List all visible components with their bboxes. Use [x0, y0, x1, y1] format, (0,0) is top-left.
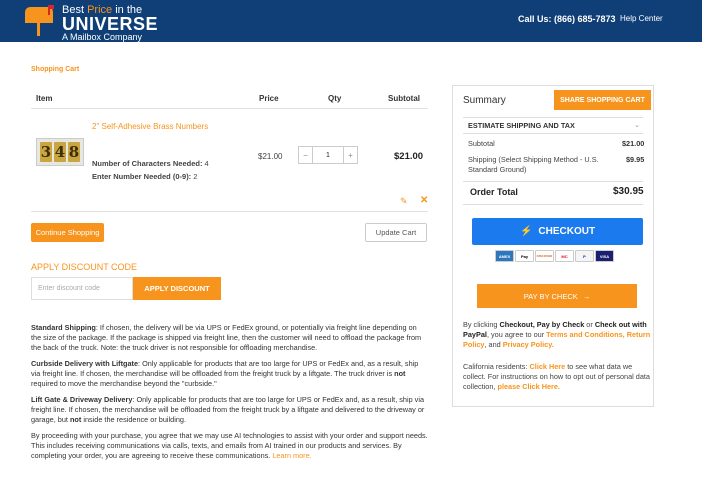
product-name-link[interactable]: 2" Self-Adhesive Brass Numbers — [92, 122, 208, 131]
order-total-label: Order Total — [470, 187, 518, 197]
discount-code-input[interactable]: Enter discount code — [31, 277, 133, 300]
pay-by-check-button[interactable]: PAY BY CHECK → — [477, 284, 637, 308]
product-image[interactable]: 348 — [36, 138, 84, 166]
paypal-icon: P — [575, 250, 594, 262]
click-here-link[interactable]: Click Here — [530, 362, 566, 371]
estimate-shipping-toggle[interactable]: ESTIMATE SHIPPING AND TAX ⌄ — [463, 117, 643, 134]
amex-card-icon: AMEX — [495, 250, 514, 262]
apple-pay-icon: Pay — [515, 250, 534, 262]
learn-more-link[interactable]: Learn more. — [272, 451, 311, 460]
order-total-value: $30.95 — [613, 186, 644, 197]
site-header: Best Price in the UNIVERSE A Mailbox Com… — [0, 0, 702, 42]
help-center-link[interactable]: Help Center — [620, 14, 663, 23]
discover-card-icon: DISCOVER — [535, 250, 554, 262]
col-header-qty: Qty — [328, 94, 342, 103]
divider — [463, 204, 643, 205]
page-title: Shopping Cart — [31, 66, 80, 73]
subtotal-value: $21.00 — [622, 139, 645, 148]
divider — [463, 181, 643, 182]
brand-logo[interactable]: Best Price in the UNIVERSE A Mailbox Com… — [62, 4, 158, 42]
opt-out-link[interactable]: please Click Here. — [497, 382, 559, 391]
product-option-characters: Number of Characters Needed: 4 — [92, 159, 209, 168]
checkout-button[interactable]: ⚡ CHECKOUT — [472, 218, 643, 245]
arrow-right-icon: → — [582, 291, 591, 301]
shipping-notes: Standard Shipping: If chosen, the delive… — [31, 323, 428, 460]
divider — [31, 211, 428, 212]
product-option-number: Enter Number Needed (0-9): 2 — [92, 172, 198, 181]
edit-pencil-icon[interactable]: ✎ — [400, 196, 408, 207]
share-cart-button[interactable]: SHARE SHOPPING CART — [554, 90, 651, 110]
qty-input[interactable]: 1 — [313, 146, 343, 164]
payment-cards: AMEX Pay DISCOVER MC P VISA — [495, 250, 614, 262]
lightning-icon: ⚡ — [519, 226, 533, 237]
col-header-subtotal: Subtotal — [388, 94, 420, 103]
apply-discount-button[interactable]: APPLY DISCOUNT — [133, 277, 221, 300]
item-price: $21.00 — [258, 152, 283, 161]
qty-increase-button[interactable]: + — [343, 146, 358, 164]
item-subtotal: $21.00 — [394, 151, 424, 162]
shipping-label: Shipping (Select Shipping Method - U.S. … — [468, 155, 599, 174]
chevron-down-icon: ⌄ — [634, 122, 640, 129]
remove-x-icon[interactable]: ✕ — [420, 195, 428, 206]
discount-title: APPLY DISCOUNT CODE — [31, 262, 138, 272]
visa-card-icon: VISA — [595, 250, 614, 262]
mastercard-icon: MC — [555, 250, 574, 262]
col-header-item: Item — [36, 94, 53, 103]
california-notice: California residents: Click Here to see … — [463, 362, 650, 391]
call-us-phone[interactable]: Call Us: (866) 685-7873 — [518, 14, 616, 24]
quantity-stepper: − 1 + — [298, 146, 358, 164]
divider — [31, 108, 428, 109]
mailbox-logo-icon[interactable] — [22, 3, 56, 36]
continue-shopping-button[interactable]: Continue Shopping — [31, 223, 104, 242]
terms-text: By clicking Checkout, Pay by Check or Ch… — [463, 320, 651, 349]
qty-decrease-button[interactable]: − — [298, 146, 313, 164]
summary-title: Summary — [463, 95, 506, 106]
privacy-policy-link[interactable]: Privacy Policy. — [503, 340, 554, 349]
update-cart-button[interactable]: Update Cart — [365, 223, 427, 242]
col-header-price: Price — [259, 94, 279, 103]
subtotal-label: Subtotal — [468, 139, 495, 148]
shipping-value: $9.95 — [626, 155, 645, 164]
